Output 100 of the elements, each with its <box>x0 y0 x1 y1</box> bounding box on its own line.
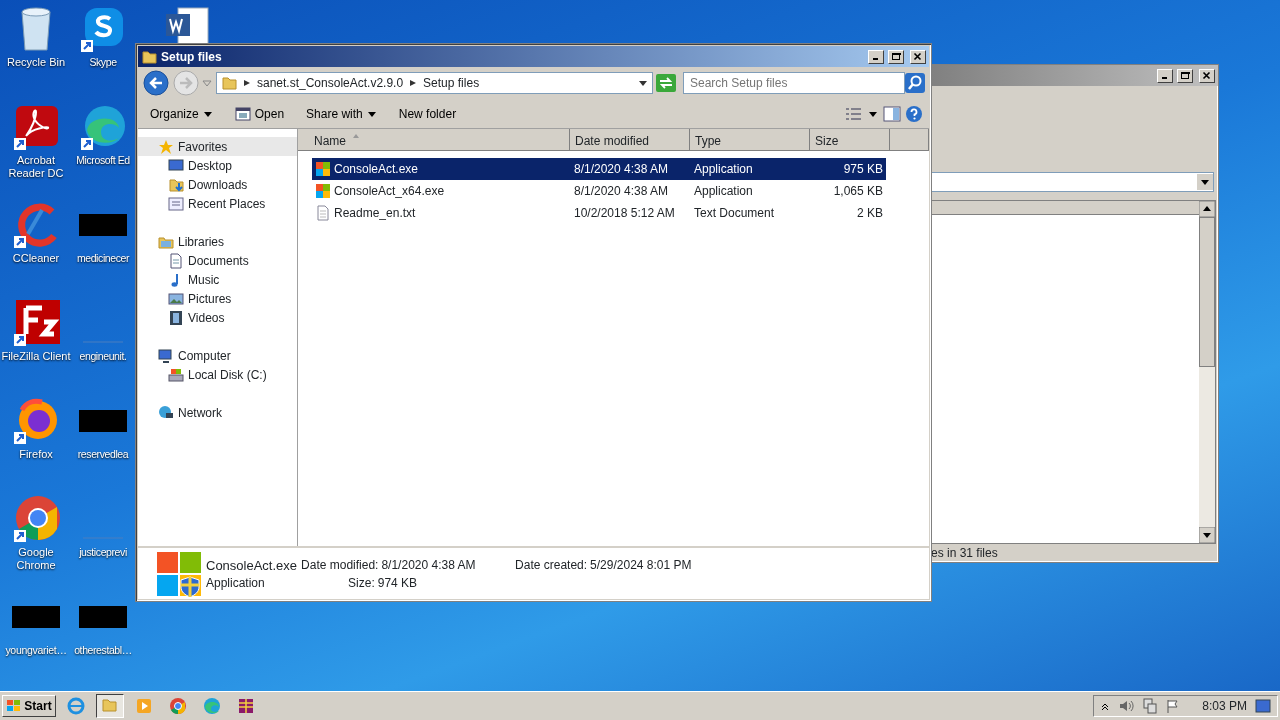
icon-label[interactable]: Google Chrome <box>0 546 72 572</box>
nav-item[interactable]: Videos <box>138 308 297 327</box>
date-cell-text: 10/2/2018 5:12 AM <box>573 205 676 222</box>
date-cell-text: 8/1/2020 4:38 AM <box>573 161 670 178</box>
filezilla-icon[interactable] <box>12 298 60 346</box>
clock[interactable]: 8:03 PM <box>1202 697 1247 715</box>
close-icon <box>1202 71 1212 80</box>
maximize-icon <box>891 52 901 61</box>
folder-icon <box>221 75 237 91</box>
pictures-icon <box>168 290 184 307</box>
flag-icon[interactable] <box>1166 699 1181 713</box>
file-row[interactable]: ConsoleAct_x64.exe 8/1/2020 4:38 AM Application 1,065 KB <box>312 180 886 202</box>
nav-item[interactable]: Network <box>138 403 297 422</box>
breadcrumb-item[interactable]: sanet.st_ConsoleAct.v2.9.0 <box>257 74 404 92</box>
film-icon <box>168 309 184 326</box>
file-row[interactable]: Readme_en.txt 10/2/2018 5:12 AM Text Document 2 KB <box>312 202 886 224</box>
document-icon[interactable] <box>164 6 210 46</box>
icon-label[interactable]: Firefox <box>19 448 53 461</box>
computer-icon <box>158 347 174 364</box>
icon-label[interactable]: engineunit. <box>79 350 127 363</box>
status-text: es in 31 files <box>931 545 998 562</box>
nav-item[interactable]: Documents <box>138 251 297 270</box>
column-header[interactable]: Name <box>298 129 570 151</box>
network-icon[interactable] <box>1142 698 1159 714</box>
close-button[interactable] <box>910 49 926 64</box>
icon-label[interactable]: reservedlea <box>77 448 129 461</box>
downloads-icon <box>168 176 184 193</box>
icon-label[interactable]: FileZilla Client <box>1 350 71 363</box>
address-bar[interactable]: sanet.st_ConsoleAct.v2.9.0 Setup files <box>216 72 653 94</box>
nav-item[interactable]: Music <box>138 270 297 289</box>
scrollbar[interactable] <box>1199 201 1215 543</box>
icon-label[interactable]: otherestabl… <box>74 644 132 657</box>
size-cell-text: 2 KB <box>856 205 883 222</box>
icon-label[interactable]: Microsoft Ed <box>76 154 130 167</box>
file-type: Application <box>206 574 266 592</box>
column-header[interactable]: Type <box>690 129 810 151</box>
dropdown-field[interactable] <box>931 172 1214 192</box>
back-button[interactable] <box>142 69 170 97</box>
icon-label[interactable]: medicinecer <box>76 252 130 265</box>
document-icon <box>168 252 184 269</box>
browser-icon <box>67 697 85 715</box>
chevron-icon[interactable] <box>409 79 418 87</box>
speaker-icon[interactable] <box>1118 699 1135 713</box>
column-header[interactable]: Date modified <box>570 129 690 151</box>
close-button[interactable] <box>1199 68 1215 83</box>
icon-label[interactable]: youngvariet… <box>5 644 67 657</box>
file-name: ConsoleAct.exe <box>206 556 298 574</box>
file-row[interactable]: ConsoleAct.exe 8/1/2020 4:38 AM Application 975 KB <box>312 158 886 180</box>
toolbar-button[interactable]: Open <box>228 102 291 125</box>
search-field[interactable]: Search Setup files <box>683 72 905 94</box>
column-header[interactable]: Size <box>810 129 890 151</box>
drive-icon <box>168 366 184 383</box>
field-label: Date created: <box>515 556 588 574</box>
nav-item[interactable]: Computer <box>138 346 297 365</box>
icon-label[interactable]: justiceprevi <box>79 546 127 559</box>
type-cell-text: Application <box>693 161 754 178</box>
caret-icon[interactable] <box>1197 174 1213 190</box>
minimize-button[interactable] <box>1157 68 1173 83</box>
media-player-icon <box>135 697 153 715</box>
minimize-button[interactable] <box>868 49 884 64</box>
file-name: ConsoleAct.exe <box>334 161 419 178</box>
start-button[interactable]: Start <box>2 695 56 717</box>
refresh-button[interactable] <box>655 73 677 93</box>
toolbar-button[interactable]: Organize <box>144 102 219 125</box>
app-icon <box>315 161 331 177</box>
field-value: 974 KB <box>377 574 418 592</box>
nav-item[interactable]: Desktop <box>138 156 297 175</box>
windows-logo-icon <box>6 699 23 713</box>
nav-item[interactable]: Local Disk (C:) <box>138 365 297 384</box>
maximize-button[interactable] <box>1177 68 1193 83</box>
taskbar-button[interactable] <box>96 694 124 718</box>
chevron-up-icon[interactable] <box>1100 701 1111 711</box>
maximize-icon <box>1180 71 1190 80</box>
help-icon[interactable] <box>905 104 923 123</box>
nav-item[interactable]: Downloads <box>138 175 297 194</box>
field-label: Date modified: <box>301 556 379 574</box>
nav-item[interactable]: Favorites <box>138 137 297 156</box>
nav-item[interactable]: Recent Places <box>138 194 297 213</box>
firefox-icon[interactable] <box>12 396 60 444</box>
icon-label[interactable]: CCleaner <box>12 252 60 265</box>
icon-label[interactable]: Acrobat Reader DC <box>0 154 72 180</box>
toolbar-button[interactable]: Share with <box>300 102 383 125</box>
nav-item[interactable]: Libraries <box>138 232 297 251</box>
window-icon <box>234 105 251 122</box>
toolbar-button[interactable]: New folder <box>392 102 463 125</box>
chevron-icon[interactable] <box>243 79 251 87</box>
maximize-button[interactable] <box>888 49 904 64</box>
search-icon[interactable] <box>905 73 925 93</box>
chrome-icon[interactable] <box>12 494 60 542</box>
window-title: Setup files <box>161 48 223 66</box>
scroll-up-icon[interactable] <box>1199 201 1215 217</box>
file-name: ConsoleAct_x64.exe <box>334 183 445 200</box>
folder-icon <box>141 48 157 65</box>
breadcrumb-item[interactable]: Setup files <box>423 74 480 92</box>
scroll-down-icon[interactable] <box>1199 527 1215 543</box>
caret-icon[interactable] <box>638 78 648 88</box>
star-icon <box>158 138 174 155</box>
icon-label[interactable]: Skype <box>89 56 117 69</box>
icon-label[interactable]: Recycle Bin <box>6 56 66 69</box>
nav-item[interactable]: Pictures <box>138 289 297 308</box>
